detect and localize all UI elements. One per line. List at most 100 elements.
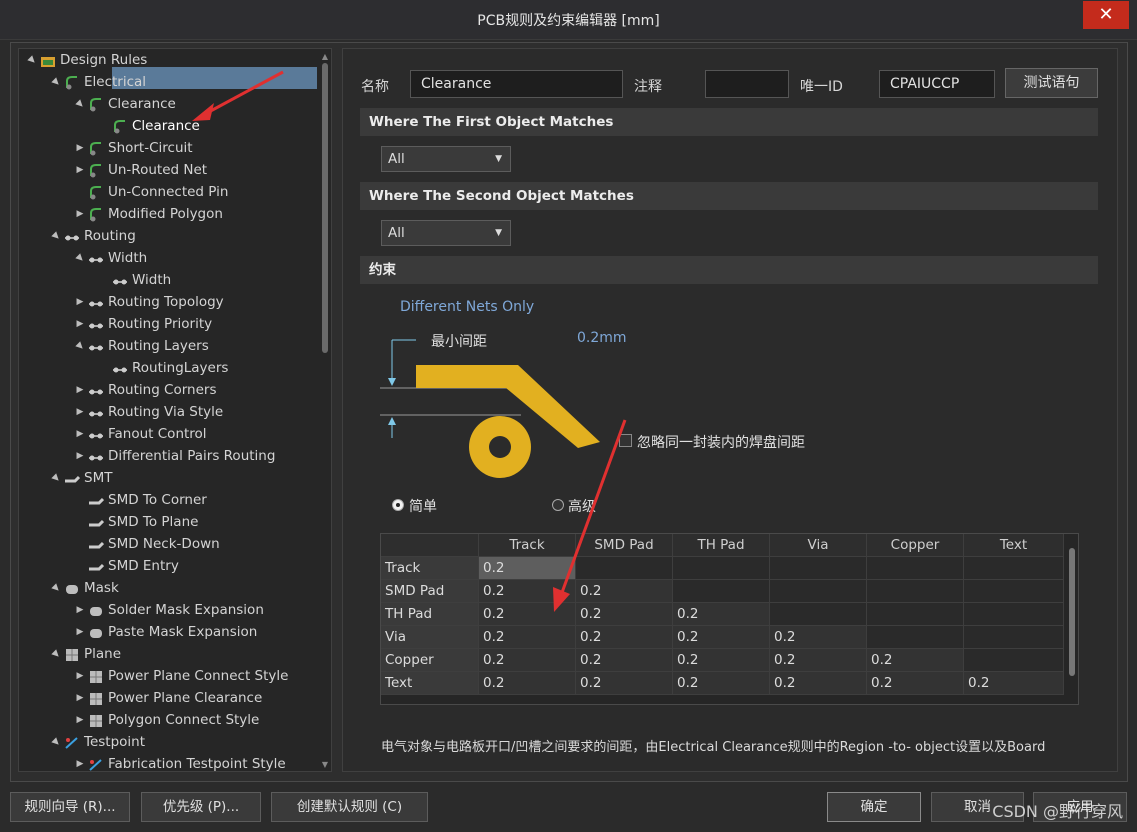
collapsed-arrow-icon[interactable]: ▶ bbox=[74, 203, 86, 225]
collapsed-arrow-icon[interactable]: ▶ bbox=[74, 423, 86, 445]
tree-item-label: Polygon Connect Style bbox=[108, 712, 260, 728]
matrix-cell[interactable]: 0.2 bbox=[576, 626, 673, 649]
comment-field[interactable] bbox=[705, 70, 789, 98]
routing-rule-icon bbox=[88, 449, 104, 463]
matrix-column-header: Via bbox=[770, 534, 867, 557]
tree-item-label: Fanout Control bbox=[108, 426, 207, 442]
rule-name-field[interactable]: Clearance bbox=[410, 70, 623, 98]
tree-item-label: Electrical bbox=[84, 74, 147, 90]
matrix-cell[interactable]: 0.2 bbox=[770, 672, 867, 695]
collapsed-arrow-icon[interactable]: ▶ bbox=[74, 401, 86, 423]
matrix-cell[interactable]: 0.2 bbox=[867, 649, 964, 672]
tree-item-label: Solder Mask Expansion bbox=[108, 602, 264, 618]
tree-item-label: Routing Layers bbox=[108, 338, 209, 354]
smt-rule-icon bbox=[64, 471, 81, 485]
collapsed-arrow-icon[interactable]: ▶ bbox=[74, 137, 86, 159]
unique-id-field[interactable]: CPAIUCCP bbox=[879, 70, 995, 98]
matrix-cell[interactable]: 0.2 bbox=[576, 672, 673, 695]
matrix-cell-empty bbox=[673, 557, 770, 580]
matrix-cell[interactable]: 0.2 bbox=[479, 672, 576, 695]
chevron-down-icon: ▼ bbox=[495, 154, 502, 164]
matrix-cell[interactable]: 0.2 bbox=[479, 603, 576, 626]
matrix-cell-empty bbox=[964, 603, 1064, 626]
ignore-pad-checkbox[interactable] bbox=[619, 434, 632, 447]
clearance-matrix: Track SMD Pad TH Pad Via Copper Text Track 0.2 S… bbox=[380, 533, 1079, 705]
create-default-rules-button[interactable]: 创建默认规则 (C) bbox=[271, 792, 428, 822]
unique-id-label: 唯一ID bbox=[800, 79, 843, 95]
tree-item-label: Routing Via Style bbox=[108, 404, 224, 420]
mode-simple-radio[interactable] bbox=[392, 499, 404, 511]
matrix-cell[interactable]: 0.2 bbox=[479, 580, 576, 603]
routing-rule-icon bbox=[88, 339, 104, 353]
name-label: 名称 bbox=[361, 79, 389, 95]
matrix-cell[interactable]: 0.2 bbox=[479, 649, 576, 672]
collapsed-arrow-icon[interactable]: ▶ bbox=[74, 665, 86, 687]
collapsed-arrow-icon[interactable]: ▶ bbox=[74, 687, 86, 709]
matrix-cell[interactable]: 0.2 bbox=[867, 672, 964, 695]
matrix-cell[interactable]: 0.2 bbox=[576, 603, 673, 626]
matrix-cell-empty bbox=[576, 557, 673, 580]
tree-item-label: SMT bbox=[84, 470, 113, 486]
collapsed-arrow-icon[interactable]: ▶ bbox=[74, 379, 86, 401]
electrical-rule-icon bbox=[64, 75, 80, 90]
tree-scrollbar[interactable]: ▲ ▼ bbox=[321, 53, 329, 769]
matrix-scrollbar-thumb[interactable] bbox=[1069, 548, 1075, 676]
tree-scrollbar-thumb[interactable] bbox=[322, 63, 328, 353]
tree-item-label: Routing Corners bbox=[108, 382, 217, 398]
tree-item-label: Routing Topology bbox=[108, 294, 224, 310]
tree-item-label: Mask bbox=[84, 580, 119, 596]
rule-description: 电气对象与电路板开口/凹槽之间要求的间距，由Electrical Clearan… bbox=[381, 740, 1046, 755]
electrical-rule-icon bbox=[88, 97, 104, 112]
close-button[interactable]: ✕ bbox=[1083, 1, 1129, 29]
collapsed-arrow-icon[interactable]: ▶ bbox=[74, 313, 86, 335]
mode-simple-label: 简单 bbox=[409, 499, 437, 515]
matrix-column-header: TH Pad bbox=[673, 534, 770, 557]
electrical-rule-icon bbox=[112, 119, 128, 134]
priority-button[interactable]: 优先级 (P)... bbox=[141, 792, 261, 822]
matrix-cell[interactable]: 0.2 bbox=[576, 580, 673, 603]
matrix-cell[interactable]: 0.2 bbox=[673, 649, 770, 672]
test-query-button[interactable]: 测试语句 bbox=[1005, 68, 1098, 98]
matrix-cell[interactable]: 0.2 bbox=[673, 626, 770, 649]
matrix-cell[interactable]: 0.2 bbox=[770, 649, 867, 672]
matrix-cell[interactable]: 0.2 bbox=[964, 672, 1064, 695]
matrix-scrollbar[interactable] bbox=[1068, 536, 1076, 702]
collapsed-arrow-icon[interactable]: ▶ bbox=[74, 159, 86, 181]
plane-rule-icon bbox=[88, 713, 104, 727]
collapsed-arrow-icon[interactable]: ▶ bbox=[74, 753, 86, 775]
matrix-column-header: SMD Pad bbox=[576, 534, 673, 557]
tree-item-label: SMD Entry bbox=[108, 558, 179, 574]
collapsed-arrow-icon[interactable]: ▶ bbox=[74, 621, 86, 643]
rule-wizard-button[interactable]: 规则向导 (R)... bbox=[10, 792, 130, 822]
collapsed-arrow-icon[interactable]: ▶ bbox=[74, 445, 86, 467]
collapsed-arrow-icon[interactable]: ▶ bbox=[74, 599, 86, 621]
matrix-cell-empty bbox=[867, 557, 964, 580]
matrix-cell[interactable]: 0.2 bbox=[576, 649, 673, 672]
ok-button[interactable]: 确定 bbox=[827, 792, 921, 822]
constraints-header: 约束 bbox=[360, 256, 1098, 284]
mask-rule-icon bbox=[88, 603, 104, 617]
collapsed-arrow-icon[interactable]: ▶ bbox=[74, 291, 86, 313]
first-object-header: Where The First Object Matches bbox=[360, 108, 1098, 136]
second-object-dropdown[interactable]: All ▼ bbox=[381, 220, 511, 246]
tree-item-label: Testpoint bbox=[84, 734, 146, 750]
matrix-cell[interactable]: 0.2 bbox=[479, 626, 576, 649]
first-object-dropdown[interactable]: All ▼ bbox=[381, 146, 511, 172]
window-title: PCB规则及约束编辑器 [mm] bbox=[477, 13, 660, 29]
net-scope-label[interactable]: Different Nets Only bbox=[400, 299, 534, 315]
first-object-value: All bbox=[388, 151, 405, 167]
watermark: CSDN @野行穿风 bbox=[992, 802, 1123, 821]
matrix-cell[interactable]: 0.2 bbox=[673, 603, 770, 626]
mode-advanced-radio[interactable] bbox=[552, 499, 564, 511]
matrix-cell[interactable]: 0.2 bbox=[479, 557, 576, 580]
matrix-cell[interactable]: 0.2 bbox=[673, 672, 770, 695]
collapsed-arrow-icon[interactable]: ▶ bbox=[74, 709, 86, 731]
matrix-cell-empty bbox=[867, 626, 964, 649]
matrix-cell[interactable]: 0.2 bbox=[770, 626, 867, 649]
routing-rule-icon bbox=[88, 251, 104, 265]
tree-item-label: Un-Connected Pin bbox=[108, 184, 229, 200]
matrix-column-header: Text bbox=[964, 534, 1064, 557]
matrix-cell-empty bbox=[964, 580, 1064, 603]
tree-item-label: Routing Priority bbox=[108, 316, 213, 332]
routing-rule-icon bbox=[88, 383, 104, 397]
